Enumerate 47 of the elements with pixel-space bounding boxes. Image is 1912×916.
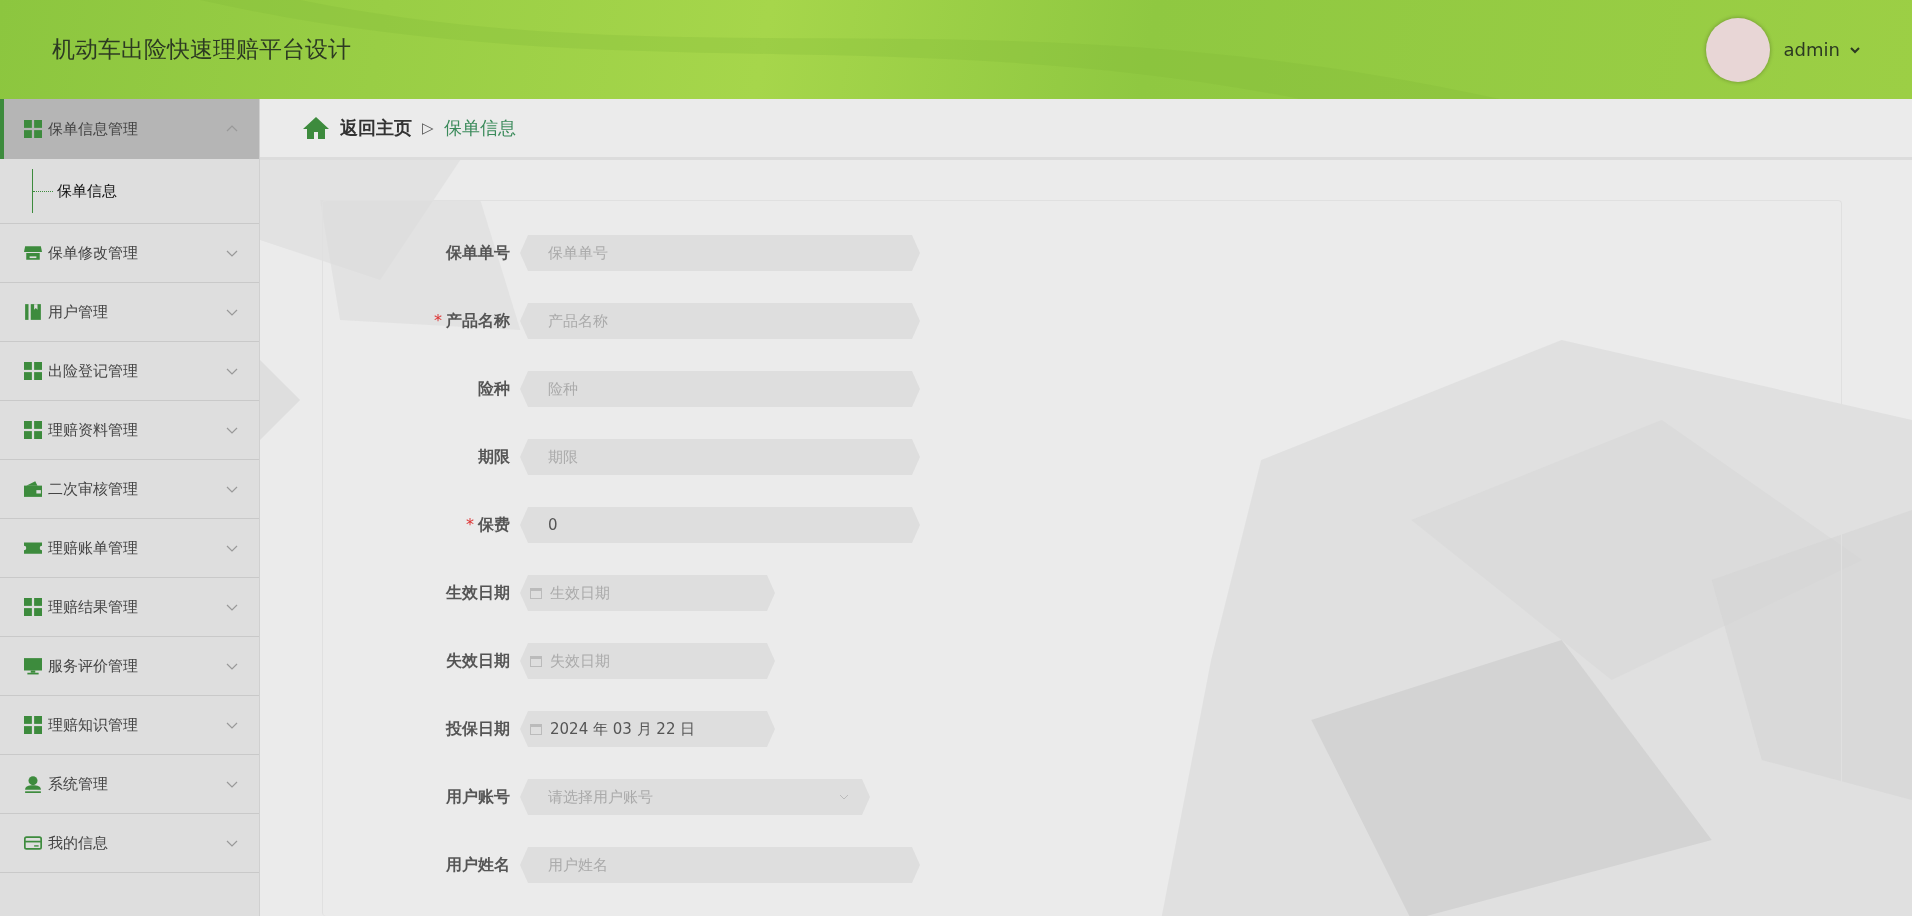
- card-icon: [24, 834, 42, 852]
- grid-icon: [24, 421, 42, 439]
- user-menu[interactable]: admin: [1783, 39, 1862, 60]
- sidebar-item[interactable]: 我的信息: [0, 814, 259, 873]
- field-label: 用户账号: [445, 786, 511, 808]
- field-label: * 保费: [465, 514, 511, 536]
- grid-icon: [24, 598, 42, 616]
- sidebar-item[interactable]: 理赔知识管理: [0, 696, 259, 755]
- date-field[interactable]: 2024 年 03 月 22 日: [520, 711, 775, 747]
- sidebar-item[interactable]: 服务评价管理: [0, 637, 259, 696]
- person-icon: [24, 775, 42, 793]
- field-label: 保单单号: [444, 242, 511, 264]
- sidebar-item[interactable]: 理赔账单管理: [0, 519, 259, 578]
- field-label: 投保日期: [444, 718, 511, 740]
- text-field[interactable]: 0: [520, 507, 920, 543]
- book-icon: [24, 303, 42, 321]
- field-label: * 产品名称: [433, 310, 511, 332]
- sidebar-item[interactable]: 出险登记管理: [0, 342, 259, 401]
- breadcrumb-separator: ▷: [422, 119, 434, 137]
- sidebar-item[interactable]: 二次审核管理: [0, 460, 259, 519]
- app-title: 机动车出险快速理赔平台设计: [52, 35, 351, 64]
- sidebar-item[interactable]: 理赔资料管理: [0, 401, 259, 460]
- grid-icon: [24, 120, 42, 138]
- sidebar-item[interactable]: 系统管理: [0, 755, 259, 814]
- calendar-icon: [530, 587, 542, 599]
- home-icon: [302, 116, 330, 140]
- grid-icon: [24, 716, 42, 734]
- sidebar-item[interactable]: 用户管理: [0, 283, 259, 342]
- field-label: 生效日期: [444, 582, 511, 604]
- submenu-item[interactable]: 保单信息: [33, 181, 117, 201]
- ticket-icon: [24, 539, 42, 557]
- sidebar-item[interactable]: 保单信息管理: [0, 99, 259, 159]
- breadcrumb-current: 保单信息: [443, 116, 516, 140]
- calendar-icon: [530, 655, 542, 667]
- wallet-icon: [24, 480, 42, 498]
- field-label: 用户姓名: [445, 854, 511, 876]
- field-label: 险种: [477, 378, 511, 400]
- grid-icon: [24, 362, 42, 380]
- monitor-icon: [24, 657, 42, 675]
- field-label: 失效日期: [445, 650, 511, 672]
- calendar-icon: [530, 723, 542, 735]
- home-link[interactable]: 返回主页: [302, 116, 412, 140]
- sidebar-item[interactable]: 理赔结果管理: [0, 578, 259, 637]
- store-icon: [24, 244, 42, 262]
- sidebar-item[interactable]: 保单修改管理: [0, 224, 259, 283]
- avatar[interactable]: [1705, 17, 1770, 82]
- field-label: 期限: [477, 446, 511, 468]
